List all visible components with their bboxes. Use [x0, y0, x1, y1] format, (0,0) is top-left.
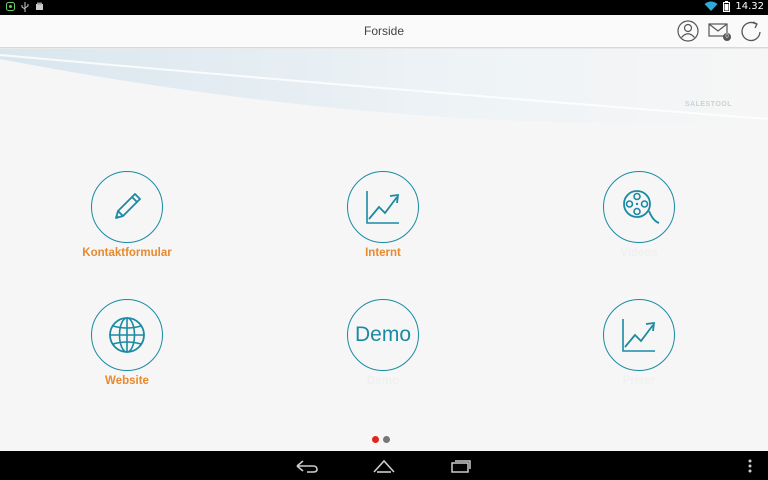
tile-label: Website	[105, 375, 149, 387]
refresh-icon	[741, 21, 761, 42]
recent-apps-icon	[451, 460, 471, 473]
film-reel-icon	[623, 190, 660, 224]
tile-label: Videos	[620, 247, 658, 259]
tile-website[interactable]: Website	[47, 299, 207, 409]
back-icon	[296, 460, 318, 473]
tile-internt[interactable]: Internt	[303, 171, 463, 281]
wifi-icon	[704, 1, 718, 12]
status-bar: 14.32	[0, 0, 768, 15]
tile-priser[interactable]: Priser	[559, 299, 719, 409]
tile-label: Priser	[622, 375, 656, 387]
globe-icon	[109, 317, 145, 353]
profile-button[interactable]	[676, 18, 700, 44]
navigation-bar	[0, 451, 768, 480]
usb-icon	[21, 2, 29, 12]
profile-icon	[677, 20, 699, 42]
page-title: Forside	[363, 24, 404, 38]
overflow-menu-icon	[748, 459, 752, 473]
clock: 14.32	[735, 1, 764, 12]
pencil-icon	[115, 193, 141, 219]
tile-demo[interactable]: Demo Demo	[303, 299, 463, 409]
overflow-menu-button[interactable]	[740, 457, 760, 475]
mail-badge: 0	[725, 34, 729, 40]
home-icon	[373, 459, 395, 473]
tile-videos[interactable]: Videos	[559, 171, 719, 281]
mail-button[interactable]: 0	[708, 18, 732, 44]
brand-logo: SALESTOOL	[684, 101, 732, 108]
android-debug-icon	[6, 2, 15, 12]
tile-label: Internt	[365, 247, 401, 259]
home-button[interactable]	[371, 457, 397, 475]
tile-kontaktformular[interactable]: Kontaktformular	[47, 171, 207, 281]
demo-icon: Demo	[354, 323, 412, 346]
back-button[interactable]	[294, 457, 320, 475]
refresh-button[interactable]	[740, 18, 764, 44]
chart-icon	[622, 319, 656, 352]
notification-icon	[35, 2, 44, 12]
tile-label: Demo	[367, 375, 399, 387]
page-dot-active[interactable]	[372, 436, 379, 443]
tile-label: Kontaktformular	[82, 247, 172, 259]
header-banner	[0, 49, 768, 123]
page-dot[interactable]	[383, 436, 390, 443]
battery-icon	[723, 1, 731, 12]
page-indicator	[372, 436, 390, 443]
action-bar: Forside 0	[0, 15, 768, 48]
recent-apps-button[interactable]	[448, 457, 474, 475]
chart-icon	[366, 191, 400, 224]
